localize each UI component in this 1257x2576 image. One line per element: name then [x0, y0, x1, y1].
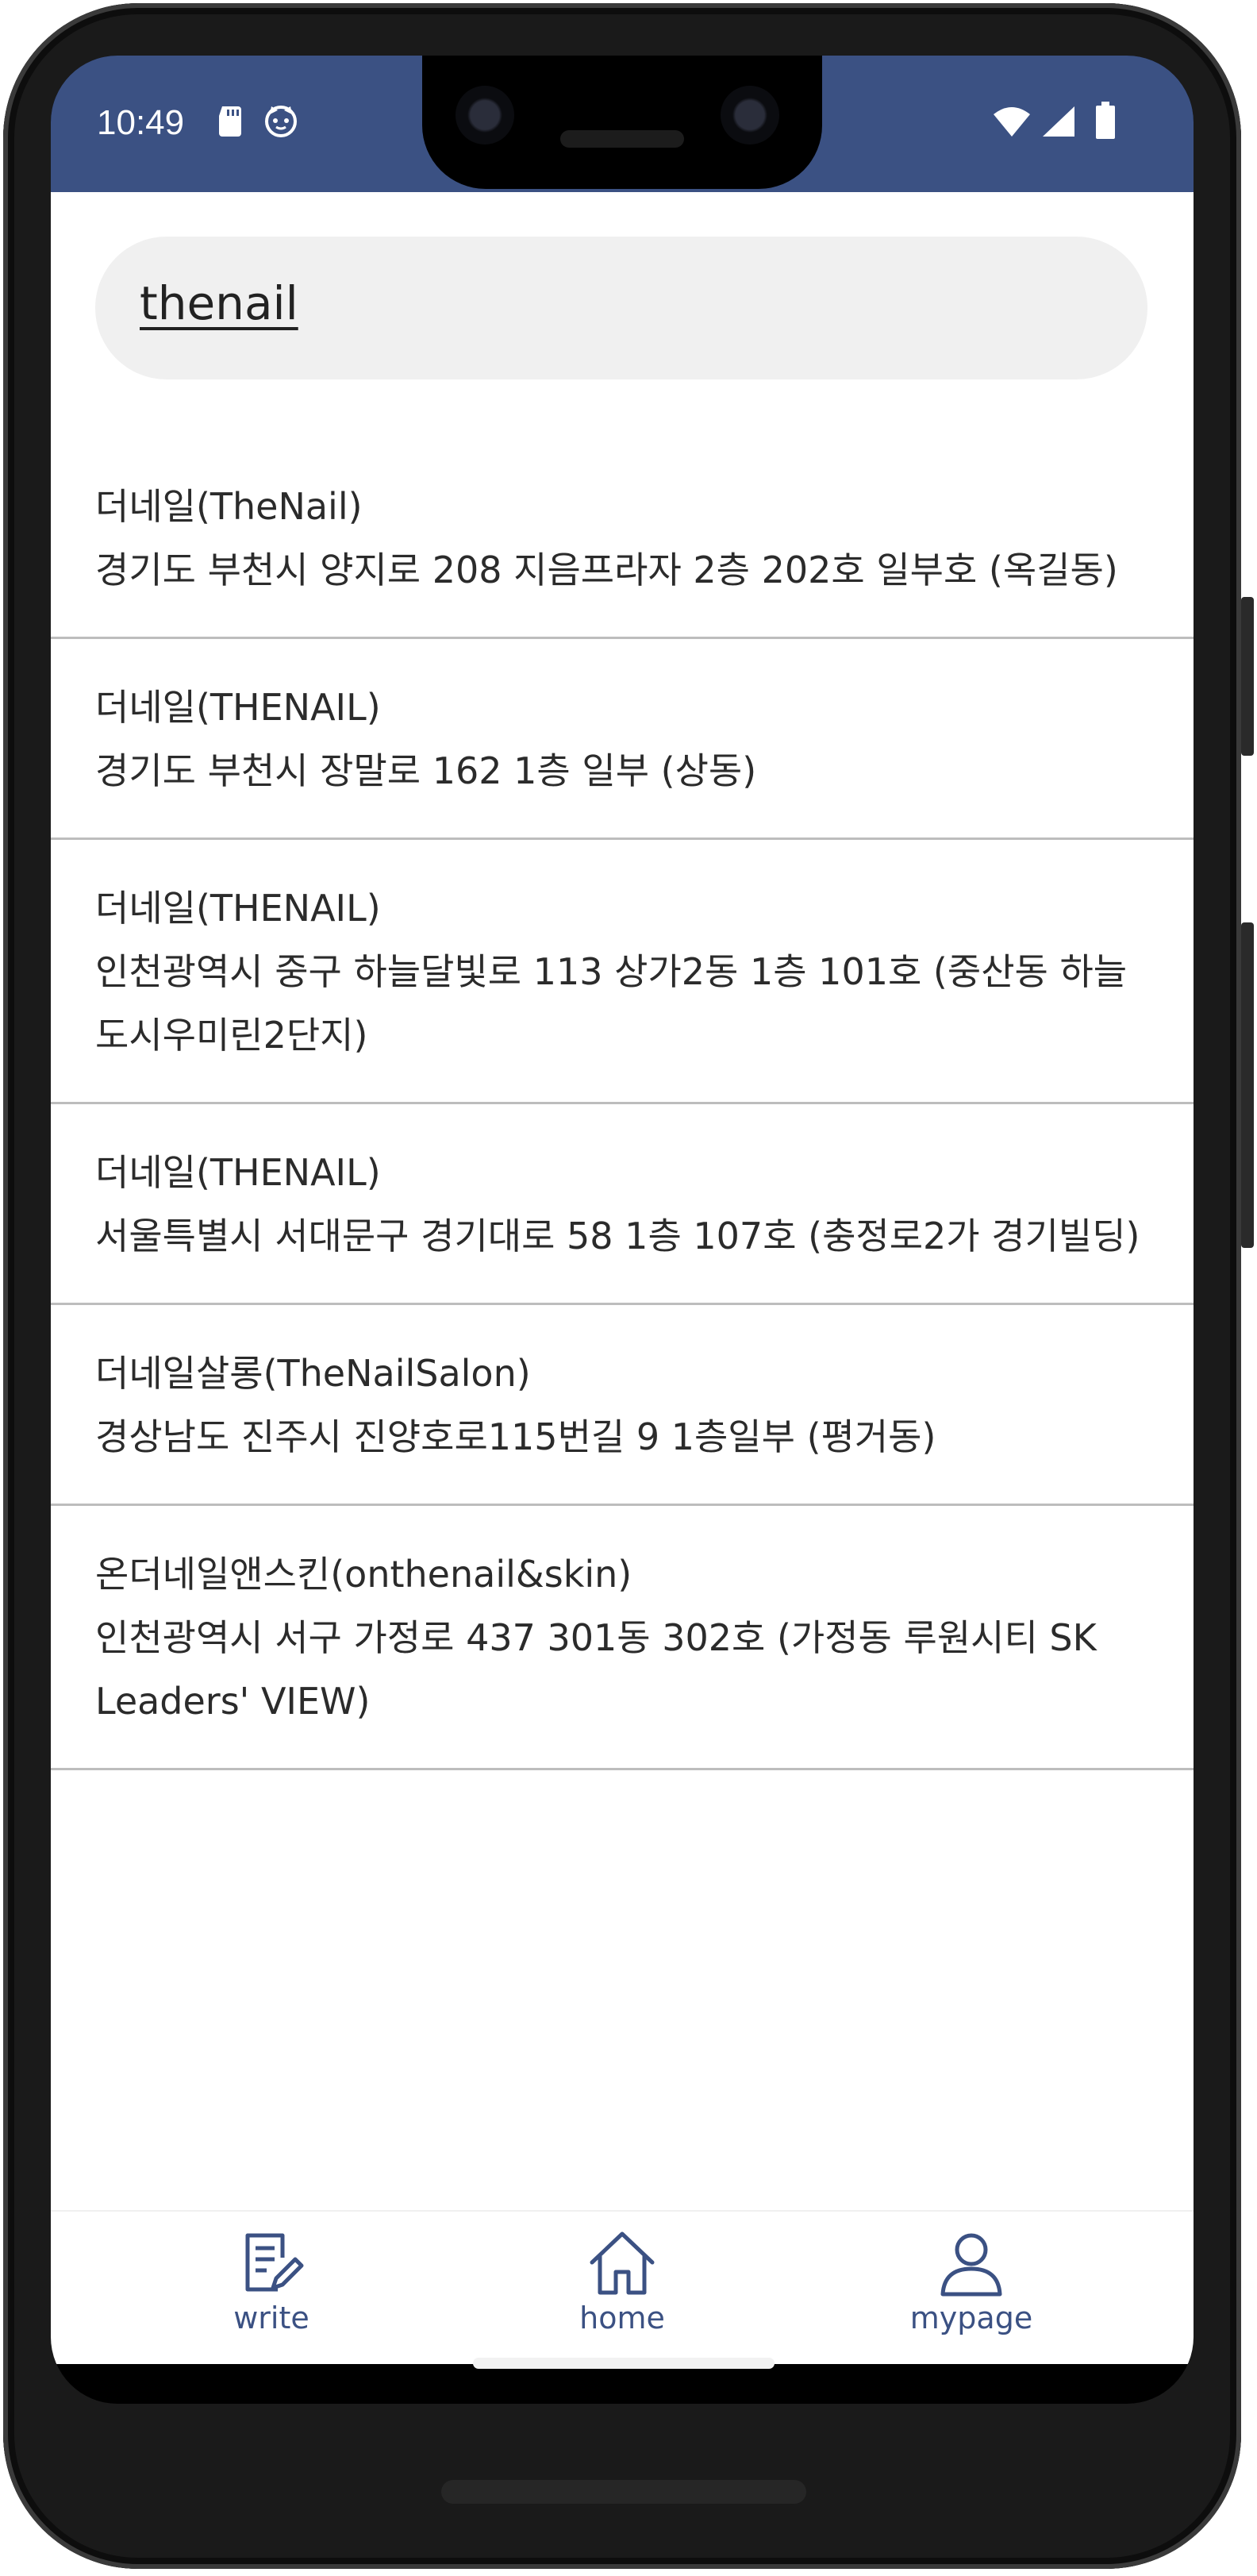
- list-item[interactable]: 더네일(THENAIL) 인천광역시 중구 하늘달빛로 113 상가2동 1층 …: [51, 840, 1194, 1104]
- device-frame: 10:49 thenail 더네일(TheNail) 경기도 부천시 양지로 2…: [0, 0, 1257, 2576]
- bottom-nav: write home mypage: [51, 2210, 1194, 2364]
- shop-address: 경상남도 진주시 진양호로115번길 9 1층일부 (평거동): [95, 1415, 936, 1458]
- results-list: 더네일(TheNail) 경기도 부천시 양지로 208 지음프라자 2층 20…: [51, 438, 1194, 1770]
- status-time: 10:49: [97, 103, 185, 142]
- list-item[interactable]: 더네일(THENAIL) 서울특별시 서대문구 경기대로 58 1층 107호 …: [51, 1104, 1194, 1305]
- search-input[interactable]: [140, 276, 1092, 330]
- battery-icon: [1095, 102, 1116, 143]
- sd-card-icon: [217, 105, 244, 140]
- shop-address: 서울특별시 서대문구 경기대로 58 1층 107호 (충정로2가 경기빌딩): [95, 1215, 1140, 1257]
- shop-name: 더네일(TheNail): [95, 485, 363, 528]
- tab-home-label: home: [579, 2301, 665, 2335]
- list-item[interactable]: 온더네일앤스킨(onthenail&skin) 인천광역시 서구 가정로 437…: [51, 1506, 1194, 1770]
- shop-address: 경기도 부천시 양지로 208 지음프라자 2층 202호 일부호 (옥길동): [95, 549, 1118, 591]
- shop-address: 인천광역시 서구 가정로 437 301동 302호 (가정동 루원시티 SK …: [95, 1616, 1097, 1723]
- earpiece-speaker: [560, 130, 684, 148]
- shop-name: 온더네일앤스킨(onthenail&skin): [95, 1553, 632, 1596]
- volume-button: [1241, 922, 1254, 1248]
- edit-document-icon: [245, 2233, 304, 2292]
- search-bar[interactable]: [95, 237, 1147, 379]
- cell-signal-icon: [1041, 105, 1076, 141]
- power-button: [1241, 597, 1254, 756]
- shop-address: 인천광역시 중구 하늘달빛로 113 상가2동 1층 101호 (중산동 하늘도…: [95, 950, 1128, 1057]
- tab-home[interactable]: home: [503, 2226, 741, 2353]
- list-item[interactable]: 더네일(THENAIL) 경기도 부천시 장말로 162 1층 일부 (상동): [51, 639, 1194, 840]
- cat-face-icon: [263, 103, 298, 141]
- camera-notch: [422, 56, 822, 189]
- list-item[interactable]: 더네일살롱(TheNailSalon) 경상남도 진주시 진양호로115번길 9…: [51, 1305, 1194, 1506]
- home-icon: [590, 2231, 655, 2295]
- tab-mypage-label: mypage: [909, 2301, 1033, 2335]
- home-indicator[interactable]: [473, 2358, 775, 2369]
- front-camera-right: [721, 86, 779, 144]
- wifi-icon: [992, 106, 1032, 141]
- list-item[interactable]: 더네일(TheNail) 경기도 부천시 양지로 208 지음프라자 2층 20…: [51, 438, 1194, 639]
- tab-write[interactable]: write: [152, 2226, 390, 2353]
- shop-name: 더네일(THENAIL): [95, 1151, 381, 1194]
- person-icon: [940, 2233, 1002, 2297]
- shop-address: 경기도 부천시 장말로 162 1층 일부 (상동): [95, 749, 757, 792]
- shop-name: 더네일살롱(TheNailSalon): [95, 1352, 531, 1395]
- tab-write-label: write: [233, 2301, 309, 2335]
- shop-name: 더네일(THENAIL): [95, 887, 381, 930]
- status-bar: 10:49: [51, 56, 1194, 192]
- bottom-speaker-grille: [441, 2480, 806, 2504]
- app-content: 더네일(TheNail) 경기도 부천시 양지로 208 지음프라자 2층 20…: [51, 192, 1194, 2364]
- tab-mypage[interactable]: mypage: [852, 2226, 1090, 2353]
- shop-name: 더네일(THENAIL): [95, 686, 381, 729]
- screen: 10:49 thenail 더네일(TheNail) 경기도 부천시 양지로 2…: [51, 56, 1194, 2404]
- front-camera-left: [456, 86, 514, 144]
